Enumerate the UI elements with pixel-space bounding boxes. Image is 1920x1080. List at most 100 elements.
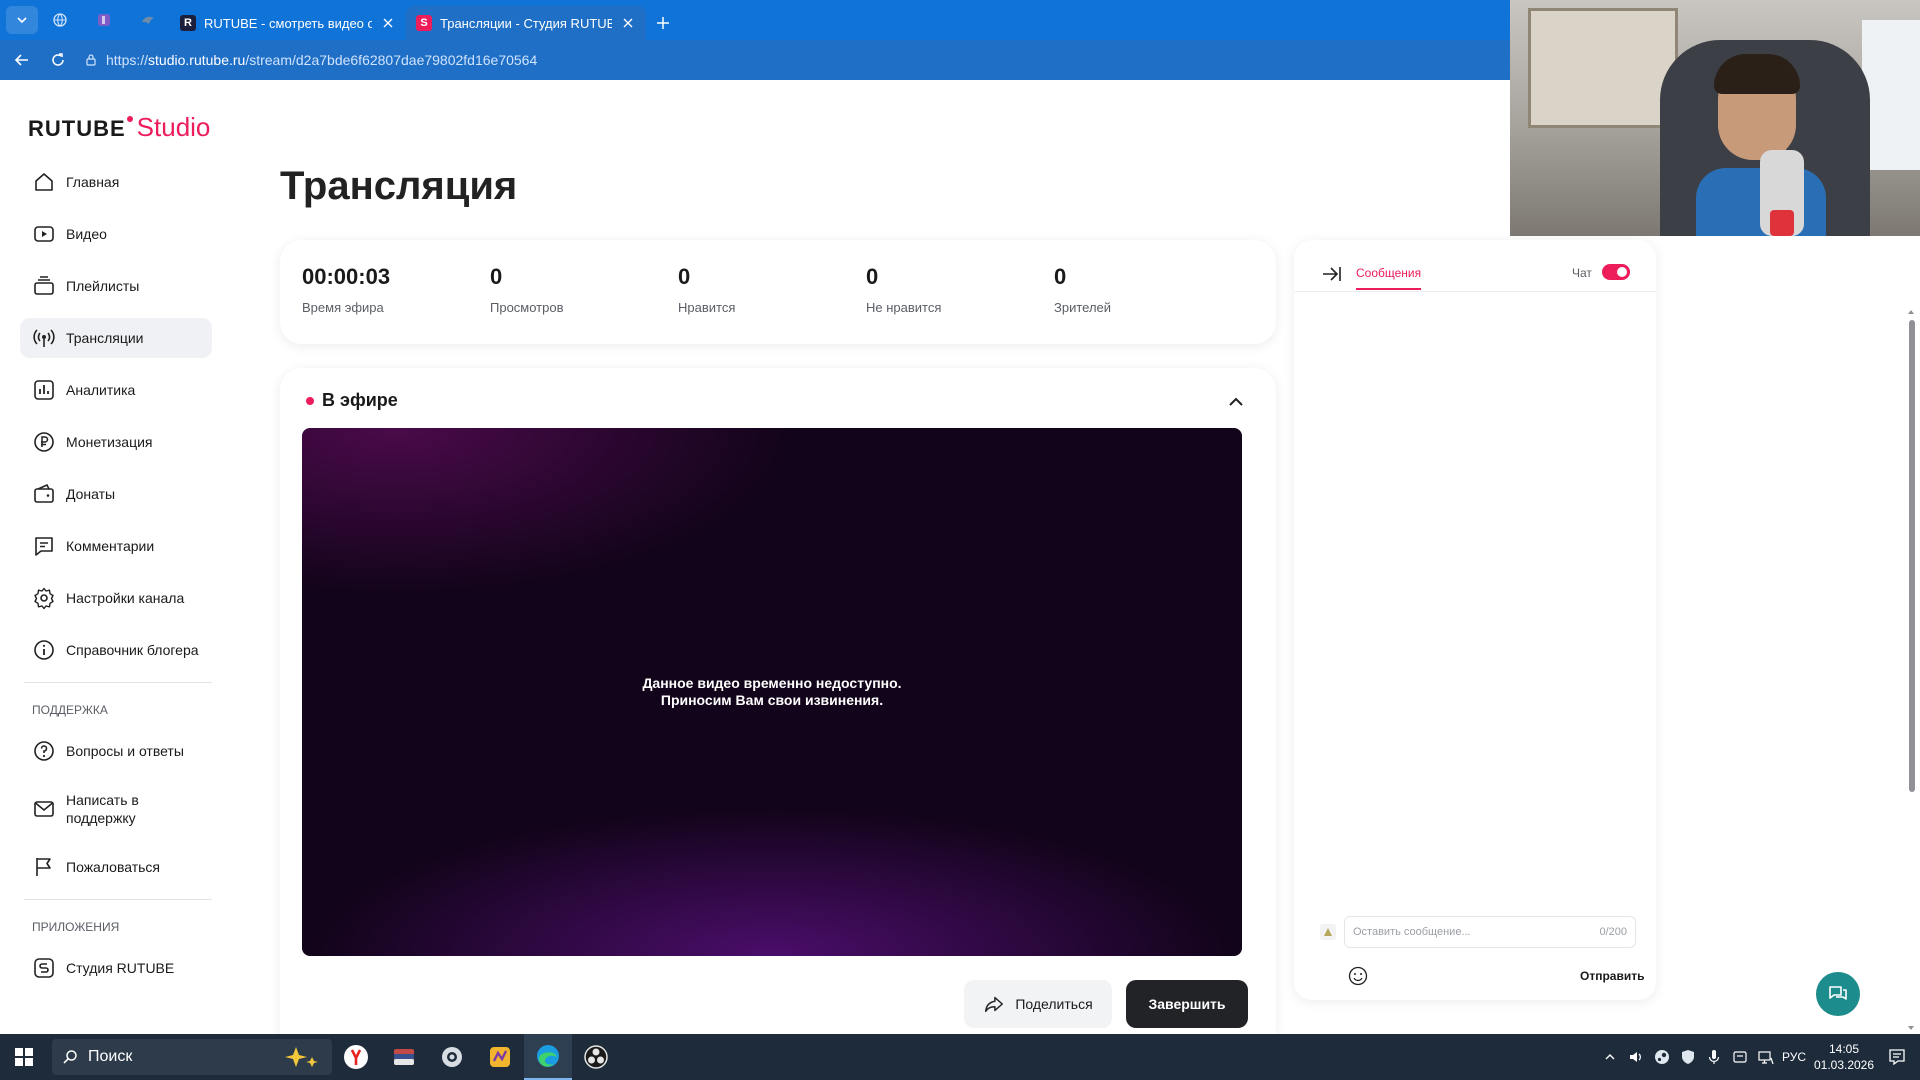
address-bar-row: https://studio.rutube.ru/stream/d2a7bde6… [0, 40, 1510, 80]
webcam-background-shelf [1528, 8, 1678, 128]
taskbar-search[interactable]: Поиск [52, 1039, 332, 1075]
tray-clock[interactable]: 14:05 01.03.2026 [1812, 1041, 1876, 1073]
stat-label: Нравится [678, 300, 736, 315]
url-prefix: https:// [106, 52, 149, 68]
scrollbar-thumb[interactable] [1909, 320, 1915, 792]
info-icon [34, 640, 54, 660]
chat-message-input[interactable]: Оставить сообщение... 0/200 [1344, 916, 1636, 948]
sidebar-item-comments[interactable]: Комментарии [20, 526, 212, 566]
chat-toggle[interactable] [1602, 264, 1630, 280]
scroll-down-icon[interactable] [1907, 1024, 1915, 1032]
taskbar-app-capture[interactable] [428, 1034, 476, 1080]
taskbar-app-game[interactable] [476, 1034, 524, 1080]
tray-shield[interactable] [1678, 1047, 1698, 1067]
page-title: Трансляция [280, 164, 518, 208]
close-icon[interactable] [620, 15, 636, 31]
wallet-icon [34, 483, 54, 503]
taskbar-app-flag[interactable] [380, 1034, 428, 1080]
pinned-tab-bird[interactable] [126, 0, 170, 40]
stat-value: 0 [866, 264, 879, 289]
sidebar-item-home[interactable]: Главная [20, 162, 212, 202]
chat-bubble-icon [1829, 986, 1847, 1000]
stat-value: 0 [1054, 264, 1067, 289]
chevron-up-icon[interactable] [1224, 390, 1248, 414]
collapse-panel-icon[interactable] [1320, 262, 1344, 286]
sidebar-item-monetization[interactable]: Монетизация [20, 422, 212, 462]
windows-logo-icon [15, 1048, 33, 1066]
share-icon [985, 996, 1004, 1013]
shield-icon [1681, 1050, 1694, 1064]
taskbar-search-placeholder: Поиск [88, 1048, 133, 1065]
sidebar-item-contact-support[interactable]: Написать в поддержку [20, 783, 212, 835]
chat-input-placeholder: Оставить сообщение... [1353, 926, 1471, 938]
reload-button[interactable] [40, 42, 76, 78]
back-button[interactable] [4, 42, 40, 78]
sidebar-item-faq[interactable]: Вопросы и ответы [20, 731, 212, 771]
obs-icon [584, 1045, 608, 1069]
tray-network[interactable] [1756, 1047, 1776, 1067]
pinned-tab-globe[interactable] [38, 0, 82, 40]
sparkle-icon [285, 1047, 318, 1067]
broadcast-icon [33, 329, 55, 347]
url-field[interactable]: https://studio.rutube.ru/stream/d2a7bde6… [84, 46, 1510, 74]
live-indicator-dot [306, 396, 314, 405]
webcam-person-hair [1714, 54, 1800, 94]
emoji-icon[interactable] [1348, 966, 1368, 986]
sidebar-divider [24, 899, 212, 900]
tab-studio[interactable]: S Трансляции - Студия RUTUBE [406, 6, 646, 40]
tray-volume[interactable] [1626, 1047, 1646, 1067]
start-button[interactable] [0, 1034, 48, 1080]
system-tray: РУС 14:05 01.03.2026 [1600, 1034, 1920, 1080]
taskbar-yandex-browser[interactable] [332, 1034, 380, 1080]
live-status: В эфире [306, 390, 398, 411]
sidebar-item-blogger-guide[interactable]: Справочник блогера [20, 630, 212, 670]
sidebar-item-label: Пожаловаться [66, 859, 161, 875]
sidebar-item-label: Донаты [66, 486, 116, 502]
tray-steam[interactable] [1652, 1047, 1672, 1067]
rutube-studio-logo[interactable]: RUTUBE Studio [28, 112, 210, 143]
stat-value: 0 [678, 264, 691, 289]
stat-label: Просмотров [490, 300, 564, 315]
game-app-icon [490, 1047, 510, 1067]
notification-center-button[interactable] [1882, 1042, 1912, 1072]
share-button[interactable]: Поделиться [964, 980, 1112, 1028]
sidebar-item-report[interactable]: Пожаловаться [20, 847, 212, 887]
tray-expand-button[interactable] [1600, 1047, 1620, 1067]
sidebar-item-playlists[interactable]: Плейлисты [20, 266, 212, 306]
arrow-left-icon [14, 54, 28, 66]
sidebar-item-label: Монетизация [66, 434, 153, 450]
sidebar-item-studio-app[interactable]: Студия RUTUBE [20, 948, 212, 988]
video-player[interactable]: Данное видео временно недоступно. Принос… [302, 428, 1242, 956]
sidebar-item-video[interactable]: Видео [20, 214, 212, 254]
search-icon [63, 1050, 77, 1064]
chat-send-button[interactable]: Отправить [1580, 969, 1644, 983]
studio-icon [34, 958, 54, 978]
capture-app-icon [442, 1047, 462, 1067]
sidebar-item-label: Комментарии [66, 538, 155, 554]
taskbar-edge-browser[interactable] [524, 1034, 572, 1080]
pinned-tab-purple[interactable] [82, 0, 126, 40]
logo-sub-text: Studio [136, 112, 211, 142]
support-chat-button[interactable] [1816, 972, 1860, 1016]
webcam-background-window [1862, 20, 1920, 170]
sidebar-divider [24, 682, 212, 683]
tray-language[interactable]: РУС [1782, 1050, 1806, 1064]
tray-microphone[interactable] [1704, 1047, 1724, 1067]
chat-header [1294, 240, 1656, 292]
stat-viewers: 0 Зрителей [1054, 264, 1242, 320]
logo-dot [126, 116, 133, 122]
taskbar-obs[interactable] [572, 1034, 620, 1080]
sidebar-item-donations[interactable]: Донаты [20, 474, 212, 514]
end-stream-button[interactable]: Завершить [1126, 980, 1248, 1028]
sidebar-item-analytics[interactable]: Аналитика [20, 370, 212, 410]
scroll-up-icon[interactable] [1907, 308, 1915, 316]
tab-rutube[interactable]: R RUTUBE - смотреть видео онлайн [170, 6, 406, 40]
tray-device[interactable] [1730, 1047, 1750, 1067]
sidebar-item-label: Вопросы и ответы [66, 743, 184, 759]
tab-messages[interactable]: Сообщения [1356, 266, 1422, 290]
sidebar-item-broadcasts[interactable]: Трансляции [20, 318, 212, 358]
new-tab-button[interactable] [646, 6, 680, 40]
tab-list-button[interactable] [6, 6, 38, 34]
close-icon[interactable] [380, 15, 396, 31]
sidebar-item-channel-settings[interactable]: Настройки канала [20, 578, 212, 618]
